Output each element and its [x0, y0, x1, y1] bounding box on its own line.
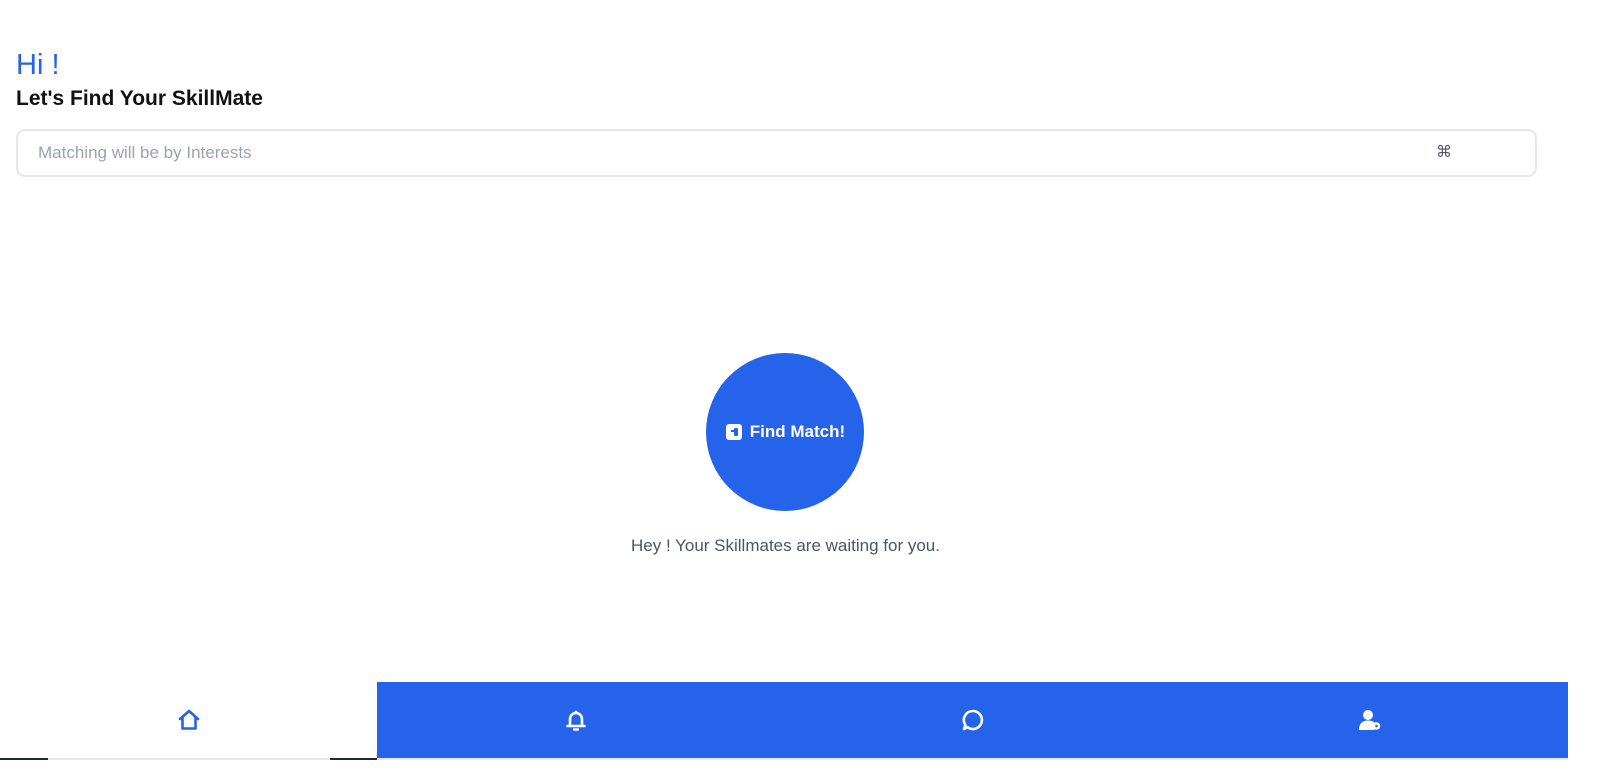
waiting-message: Hey ! Your Skillmates are waiting for yo… [631, 536, 940, 555]
command-key-icon: ⌘ [1436, 142, 1452, 161]
find-match-label: Find Match! [749, 422, 846, 441]
home-icon [176, 707, 202, 733]
greeting-heading: Hi ! [16, 49, 60, 81]
bottom-navigation [0, 682, 1568, 758]
page-subtitle: Let's Find Your SkillMate [16, 87, 263, 110]
search-box: ⌘ [16, 129, 1537, 177]
bottom-edge-strip [377, 758, 1568, 760]
profile-icon [1357, 707, 1383, 733]
bottom-edge-strip [0, 758, 48, 760]
nav-item-profile[interactable] [1171, 682, 1568, 758]
interest-search-input[interactable] [18, 131, 1418, 175]
bottom-edge-strip [48, 758, 330, 760]
bottom-edge-strip [330, 758, 377, 760]
chat-icon [960, 707, 986, 733]
match-square-icon [725, 423, 743, 441]
nav-item-home[interactable] [0, 682, 377, 758]
nav-item-messages[interactable] [774, 682, 1171, 758]
skillmate-home-page: Hi ! Let's Find Your SkillMate ⌘ Find Ma… [0, 0, 1597, 773]
nav-item-notifications[interactable] [377, 682, 774, 758]
bell-icon [563, 707, 589, 733]
find-match-button[interactable]: Find Match! [706, 353, 864, 511]
